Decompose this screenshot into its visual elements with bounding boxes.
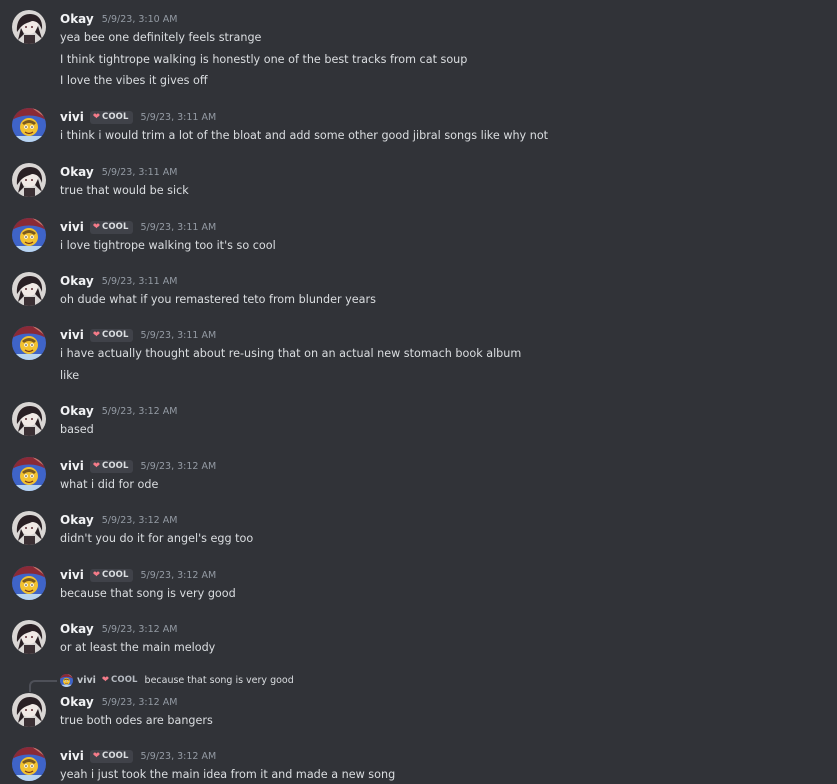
user-avatar[interactable] — [12, 326, 46, 360]
timestamp: 5/9/23, 3:12 AM — [140, 569, 217, 581]
chat-message-list: Okay 5/9/23, 3:10 AM yea bee one definit… — [0, 0, 837, 782]
message-header: vivi ❤ COOL 5/9/23, 3:11 AM — [60, 218, 216, 236]
role-badge[interactable]: ❤ COOL — [89, 568, 133, 582]
message-header: vivi ❤ COOL 5/9/23, 3:12 AM — [60, 747, 216, 765]
user-avatar[interactable] — [12, 511, 46, 545]
role-badge[interactable]: ❤ COOL — [89, 749, 133, 763]
username[interactable]: vivi — [60, 220, 84, 234]
message-text: i love tightrope walking too it's so coo… — [60, 239, 276, 252]
message-text: oh dude what if you remastered teto from… — [60, 293, 376, 306]
username[interactable]: vivi — [60, 568, 84, 582]
message-header: vivi ❤ COOL 5/9/23, 3:11 AM — [60, 108, 216, 126]
username[interactable]: Okay — [60, 274, 94, 288]
user-avatar[interactable] — [12, 218, 46, 252]
timestamp: 5/9/23, 3:11 AM — [101, 166, 178, 178]
message-header: vivi ❤ COOL 5/9/23, 3:11 AM — [60, 326, 216, 344]
timestamp: 5/9/23, 3:12 AM — [140, 750, 217, 762]
timestamp: 5/9/23, 3:11 AM — [140, 111, 217, 123]
message-text: I love the vibes it gives off — [60, 74, 208, 87]
timestamp: 5/9/23, 3:12 AM — [101, 696, 178, 708]
reply-text: because that song is very good — [144, 674, 294, 686]
user-avatar[interactable] — [12, 272, 46, 306]
message-text: i think i would trim a lot of the bloat … — [60, 129, 549, 142]
message-header: Okay 5/9/23, 3:11 AM — [60, 163, 177, 181]
timestamp: 5/9/23, 3:11 AM — [140, 329, 217, 341]
username[interactable]: vivi — [60, 110, 84, 124]
message-text: I think tightrope walking is honestly on… — [60, 52, 468, 66]
user-avatar[interactable] — [12, 457, 46, 491]
role-badge[interactable]: ❤ COOL — [89, 459, 133, 473]
heart-icon: ❤ — [92, 750, 100, 761]
timestamp: 5/9/23, 3:12 AM — [140, 460, 217, 472]
reply-author[interactable]: vivi — [77, 675, 96, 686]
user-avatar[interactable] — [12, 108, 46, 142]
message-header: Okay 5/9/23, 3:12 AM — [60, 511, 177, 529]
reply-preview[interactable]: vivi ❤ COOL because that song is very go… — [60, 672, 294, 688]
message-text: yeah i just took the main idea from it a… — [60, 768, 396, 781]
message-text: like — [60, 368, 80, 382]
timestamp: 5/9/23, 3:12 AM — [101, 623, 178, 635]
heart-icon: ❤ — [92, 111, 100, 122]
username[interactable]: Okay — [60, 513, 94, 527]
heart-icon: ❤ — [92, 221, 100, 232]
timestamp: 5/9/23, 3:12 AM — [101, 405, 178, 417]
user-avatar[interactable] — [12, 163, 46, 197]
username[interactable]: Okay — [60, 404, 94, 418]
username[interactable]: Okay — [60, 12, 94, 26]
heart-icon: ❤ — [92, 569, 100, 580]
timestamp: 5/9/23, 3:10 AM — [101, 13, 178, 25]
username[interactable]: vivi — [60, 749, 84, 763]
heart-icon: ❤ — [92, 460, 100, 471]
username[interactable]: Okay — [60, 165, 94, 179]
heart-icon: ❤ — [101, 674, 110, 685]
message-text: didn't you do it for angel's egg too — [60, 532, 254, 545]
message-header: Okay 5/9/23, 3:12 AM — [60, 402, 177, 420]
reply-avatar — [60, 673, 73, 687]
message-text: what i did for ode — [60, 478, 159, 491]
timestamp: 5/9/23, 3:12 AM — [101, 514, 178, 526]
message-text: or at least the main melody — [60, 641, 216, 654]
role-badge[interactable]: ❤ COOL — [100, 674, 140, 687]
message-text: true that would be sick — [60, 184, 189, 197]
role-badge[interactable]: ❤ COOL — [89, 328, 133, 342]
timestamp: 5/9/23, 3:11 AM — [140, 221, 217, 233]
username[interactable]: Okay — [60, 695, 94, 709]
role-badge[interactable]: ❤ COOL — [89, 110, 133, 124]
message-header: vivi ❤ COOL 5/9/23, 3:12 AM — [60, 566, 216, 584]
message-text: true both odes are bangers — [60, 714, 213, 727]
message-header: Okay 5/9/23, 3:12 AM — [60, 620, 177, 638]
message-text: because that song is very good — [60, 587, 236, 600]
message-header: Okay 5/9/23, 3:11 AM — [60, 272, 177, 290]
message-text: i have actually thought about re-using t… — [60, 347, 522, 360]
reply-connector — [29, 680, 57, 692]
username[interactable]: vivi — [60, 328, 84, 342]
message-header: Okay 5/9/23, 3:12 AM — [60, 693, 177, 711]
user-avatar[interactable] — [12, 566, 46, 600]
username[interactable]: vivi — [60, 459, 84, 473]
heart-icon: ❤ — [92, 329, 100, 340]
user-avatar[interactable] — [12, 10, 46, 44]
user-avatar[interactable] — [12, 402, 46, 436]
message-text: based — [60, 423, 94, 436]
message-header: Okay 5/9/23, 3:10 AM — [60, 10, 177, 28]
message-text: yea bee one definitely feels strange — [60, 31, 262, 44]
role-badge[interactable]: ❤ COOL — [89, 220, 133, 234]
user-avatar[interactable] — [12, 747, 46, 781]
timestamp: 5/9/23, 3:11 AM — [101, 275, 178, 287]
message-header: vivi ❤ COOL 5/9/23, 3:12 AM — [60, 457, 216, 475]
user-avatar[interactable] — [12, 693, 46, 727]
user-avatar[interactable] — [12, 620, 46, 654]
username[interactable]: Okay — [60, 622, 94, 636]
